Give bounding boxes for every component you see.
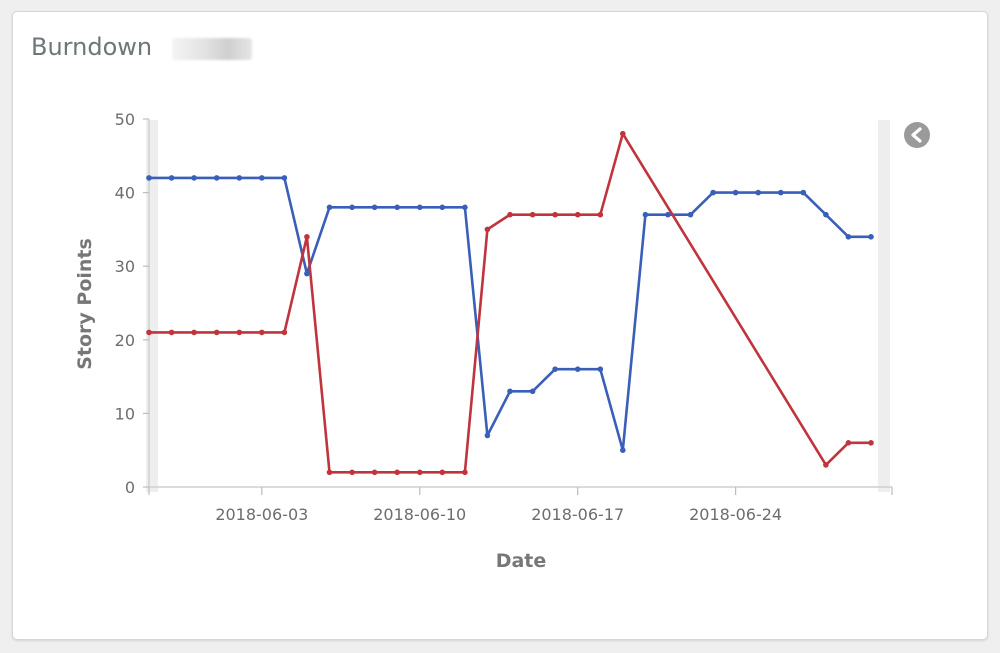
series-layer <box>146 130 874 476</box>
series-line <box>149 176 871 452</box>
y-tick-label: 40 <box>115 184 135 203</box>
data-point <box>845 440 852 446</box>
data-point <box>552 211 558 218</box>
data-point <box>394 469 401 476</box>
x-tick-label: 2018-06-24 <box>689 505 782 524</box>
data-point <box>417 204 423 211</box>
x-tick-label: 2018-06-03 <box>215 505 308 524</box>
data-point <box>642 211 649 218</box>
data-point <box>326 469 333 476</box>
x-axis-title: Date <box>496 550 547 572</box>
data-point <box>349 204 355 211</box>
chart-axes <box>148 119 892 488</box>
data-point <box>213 329 220 336</box>
data-point <box>574 366 581 373</box>
x-tick-label: 2018-06-17 <box>531 505 624 524</box>
data-point <box>687 211 694 218</box>
data-point <box>462 204 468 211</box>
y-tick-label: 30 <box>115 257 135 276</box>
data-point <box>168 175 175 181</box>
y-tick-label: 0 <box>125 478 135 497</box>
y-tick-label: 20 <box>115 331 135 350</box>
data-point <box>507 388 513 395</box>
burndown-chart: 01020304050 2018-06-03 2018-06-10 2018-06-… <box>74 110 930 572</box>
data-point <box>371 204 378 211</box>
series-2 <box>146 130 874 476</box>
data-point <box>574 211 581 218</box>
data-point <box>868 234 874 240</box>
data-point <box>326 204 333 211</box>
data-point <box>417 469 423 476</box>
data-point <box>529 388 536 395</box>
x-tick-label: 2018-06-10 <box>373 505 466 524</box>
data-point <box>620 130 626 137</box>
data-point <box>304 270 310 277</box>
data-point <box>146 175 152 181</box>
y-tick-label: 50 <box>115 110 135 129</box>
data-point <box>371 469 378 476</box>
data-point <box>484 432 491 439</box>
y-tick-label: 10 <box>115 404 135 423</box>
data-point <box>755 189 761 196</box>
data-point <box>868 440 874 446</box>
data-point <box>845 234 852 240</box>
data-point <box>778 189 784 196</box>
data-point <box>281 329 288 336</box>
data-point <box>484 226 491 233</box>
series-line <box>149 132 871 474</box>
data-point <box>823 211 829 218</box>
data-point <box>732 189 739 196</box>
data-point <box>552 366 558 373</box>
data-point <box>620 447 626 454</box>
right-scroll-strip[interactable] <box>878 120 890 492</box>
data-point <box>507 211 513 218</box>
data-point <box>529 211 536 218</box>
y-axis-title: Story Points <box>74 238 96 370</box>
data-point <box>439 204 446 211</box>
data-point <box>597 366 604 373</box>
data-point <box>394 204 401 211</box>
data-point <box>168 329 175 336</box>
data-point <box>800 189 807 196</box>
data-point <box>259 329 265 336</box>
data-point <box>281 175 288 181</box>
data-point <box>236 329 243 336</box>
data-point <box>236 175 243 181</box>
data-point <box>304 234 310 240</box>
data-point <box>597 211 604 218</box>
data-point <box>710 189 716 196</box>
data-point <box>146 329 152 336</box>
data-point <box>213 175 220 181</box>
collapse-icon[interactable] <box>904 122 930 148</box>
data-point <box>191 175 197 181</box>
x-axis-ticks: 2018-06-03 2018-06-10 2018-06-17 2018-06-24 <box>148 487 893 524</box>
data-point <box>259 175 265 181</box>
y-axis-ticks: 0 10 20 30 40 50 <box>115 110 149 497</box>
data-point <box>439 469 446 476</box>
data-point <box>462 469 468 476</box>
data-point <box>823 462 829 468</box>
data-point <box>349 469 355 476</box>
data-point <box>191 329 197 336</box>
